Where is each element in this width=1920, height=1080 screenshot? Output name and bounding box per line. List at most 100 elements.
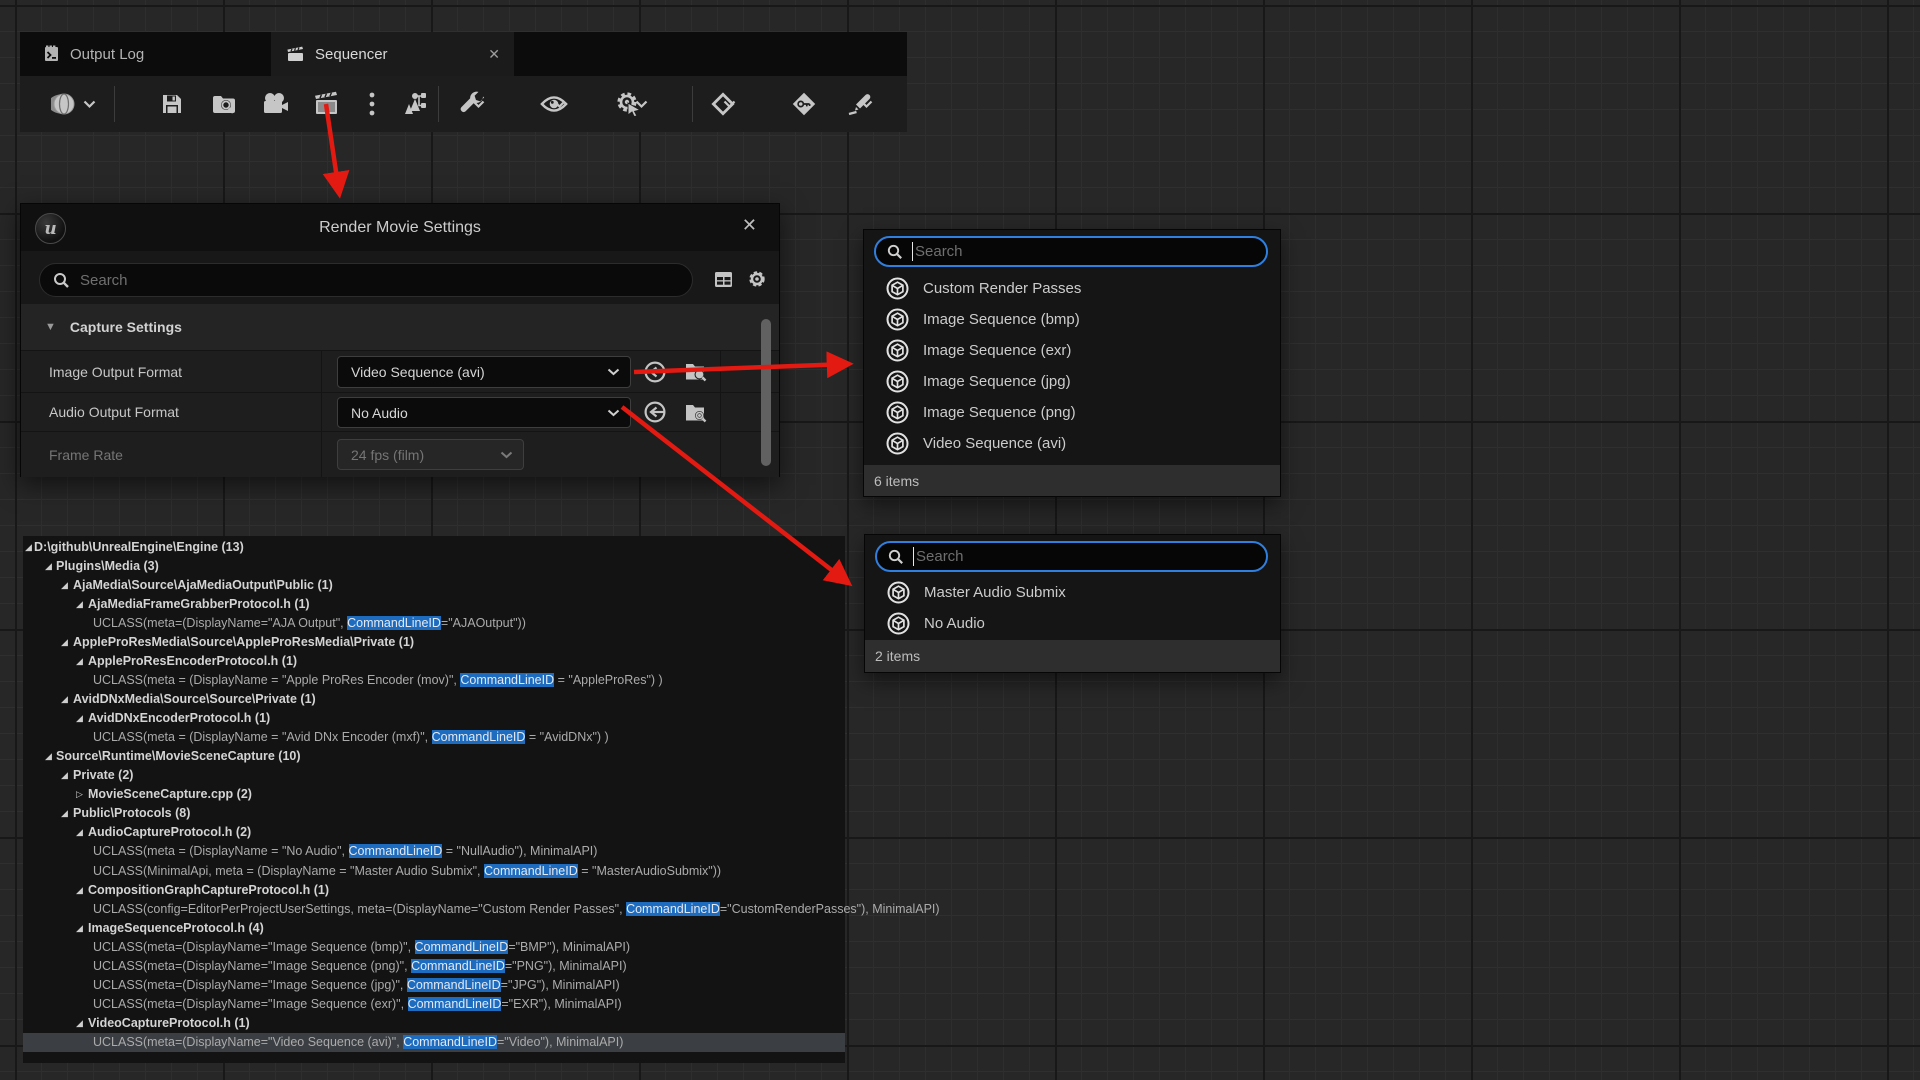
tree-code-row[interactable]: UCLASS(meta=(DisplayName="Image Sequence… [23, 976, 845, 995]
class-icon [887, 581, 910, 604]
tree-code-row[interactable]: UCLASS(meta=(DisplayName="Image Sequence… [23, 995, 845, 1014]
tree-code-row[interactable]: UCLASS(meta = (DisplayName = "Avid DNx E… [23, 728, 845, 747]
expanded-arrow-icon[interactable]: ◢ [76, 599, 83, 610]
tree-node-row[interactable]: ◢Public\Protocols (8) [23, 804, 845, 823]
popup-option[interactable]: Custom Render Passes [864, 273, 1280, 304]
browse-to-asset-icon[interactable] [683, 359, 709, 385]
camera-icon[interactable] [261, 90, 289, 118]
chevron-down-icon[interactable] [634, 98, 648, 110]
column-view-icon[interactable] [711, 267, 735, 291]
toolbar-separator [692, 86, 693, 122]
save-icon[interactable] [158, 90, 186, 118]
tree-node-row[interactable]: ◢Source\Runtime\MovieSceneCapture (10) [23, 747, 845, 766]
search-icon [887, 244, 903, 260]
text-caret [912, 242, 913, 261]
tree-node-row[interactable]: ◢AudioCaptureProtocol.h (2) [23, 823, 845, 842]
popup-option[interactable]: No Audio [865, 608, 1280, 639]
chevron-down-icon[interactable] [722, 98, 736, 110]
use-selected-asset-icon[interactable] [642, 359, 668, 385]
audio-output-format-dropdown[interactable]: No Audio [337, 397, 631, 428]
output-log-icon [44, 45, 61, 63]
expanded-arrow-icon[interactable]: ◢ [76, 923, 83, 934]
collapsed-arrow-icon[interactable]: ▷ [76, 789, 83, 800]
dialog-scrollbar[interactable] [761, 319, 771, 466]
tree-node-row[interactable]: ◢AppleProResEncoderProtocol.h (1) [23, 652, 845, 671]
match-count: (1) [317, 578, 332, 592]
section-expand-icon[interactable]: ▼ [45, 321, 56, 333]
hierarchy-icon[interactable] [400, 90, 428, 118]
dialog-title-bar[interactable]: u Render Movie Settings ✕ [21, 204, 779, 251]
tab-output-log[interactable]: Output Log [30, 32, 158, 76]
tree-code-row[interactable]: UCLASS(meta=(DisplayName="Video Sequence… [23, 1033, 845, 1052]
tree-node-row[interactable]: ◢AvidDNxEncoderProtocol.h (1) [23, 709, 845, 728]
popup-footer: 2 items [865, 640, 1280, 672]
chevron-down-icon[interactable] [471, 98, 485, 110]
expanded-arrow-icon[interactable]: ◢ [76, 656, 83, 667]
use-selected-asset-icon[interactable] [642, 399, 668, 425]
expanded-arrow-icon[interactable]: ◢ [76, 713, 83, 724]
expanded-arrow-icon[interactable]: ◢ [61, 637, 68, 648]
globe-icon[interactable] [50, 90, 78, 118]
tree-node-row[interactable]: ▷ MovieSceneCapture.cpp (2) [23, 785, 845, 804]
uclass-declaration: UCLASS(meta = (DisplayName = "Avid DNx E… [93, 730, 609, 744]
tree-node-row[interactable]: ◢ImageSequenceProtocol.h (4) [23, 919, 845, 938]
clapperboard-icon[interactable] [313, 90, 341, 118]
find-in-browser-icon[interactable] [210, 90, 238, 118]
settings-search-input[interactable]: Search [39, 263, 693, 297]
tree-code-row[interactable]: UCLASS(config=EditorPerProjectUserSettin… [23, 900, 845, 919]
tree-code-row[interactable]: UCLASS(meta=(DisplayName="AJA Output", C… [23, 614, 845, 633]
tree-node-row[interactable]: ◢D:\github\UnrealEngine\Engine (13) [23, 538, 845, 557]
tree-node-label: MovieSceneCapture.cpp (2) [88, 787, 252, 801]
browse-to-asset-icon[interactable] [683, 400, 709, 426]
expanded-arrow-icon[interactable]: ◢ [61, 580, 68, 591]
expanded-arrow-icon[interactable]: ◢ [61, 808, 68, 819]
tree-node-row[interactable]: ◢AjaMediaFrameGrabberProtocol.h (1) [23, 595, 845, 614]
expanded-arrow-icon[interactable]: ◢ [76, 1018, 83, 1029]
tree-code-row[interactable]: UCLASS(MinimalApi, meta = (DisplayName =… [23, 862, 845, 881]
popup-search-input[interactable]: Search [875, 541, 1268, 572]
expanded-arrow-icon[interactable]: ◢ [61, 694, 68, 705]
tree-node-row[interactable]: ◢AvidDNxMedia\Source\Source\Private (1) [23, 690, 845, 709]
popup-option[interactable]: Master Audio Submix [865, 577, 1280, 608]
popup-option-label: No Audio [924, 615, 985, 632]
tree-node-row[interactable]: ◢VideoCaptureProtocol.h (1) [23, 1014, 845, 1033]
popup-search-input[interactable]: Search [874, 236, 1268, 267]
settings-gear-icon[interactable] [745, 267, 769, 291]
tree-code-row[interactable]: UCLASS(meta=(DisplayName="Image Sequence… [23, 957, 845, 976]
expanded-arrow-icon[interactable]: ◢ [76, 827, 83, 838]
chevron-down-icon[interactable] [552, 98, 566, 110]
tree-code-row[interactable]: UCLASS(meta=(DisplayName="Image Sequence… [23, 938, 845, 957]
uclass-declaration: UCLASS(MinimalApi, meta = (DisplayName =… [93, 864, 721, 878]
popup-option[interactable]: Video Sequence (avi) [864, 428, 1280, 459]
ellipsis-icon[interactable] [358, 90, 386, 118]
key-diamond-icon[interactable] [790, 90, 818, 118]
dialog-close-icon[interactable]: ✕ [742, 216, 757, 234]
tree-code-row[interactable]: UCLASS(meta = (DisplayName = "Apple ProR… [23, 671, 845, 690]
expanded-arrow-icon[interactable]: ◢ [25, 542, 32, 553]
popup-option[interactable]: Image Sequence (png) [864, 397, 1280, 428]
image-output-format-dropdown[interactable]: Video Sequence (avi) [337, 356, 631, 388]
expanded-arrow-icon[interactable]: ◢ [76, 885, 83, 896]
frame-rate-row: Frame Rate 24 fps (film) [21, 432, 779, 477]
popup-option[interactable]: Image Sequence (bmp) [864, 304, 1280, 335]
tree-node-row[interactable]: ◢AppleProResMedia\Source\AppleProResMedi… [23, 633, 845, 652]
chevron-down-icon[interactable] [859, 98, 873, 110]
search-placeholder: Search [80, 272, 128, 289]
tree-node-label: Private (2) [73, 768, 133, 782]
chevron-down-icon[interactable] [82, 98, 96, 110]
audio-output-format-label: Audio Output Format [49, 404, 179, 420]
capture-settings-header[interactable]: ▼ Capture Settings [21, 304, 779, 351]
tab-sequencer[interactable]: Sequencer ✕ [271, 32, 514, 76]
expanded-arrow-icon[interactable]: ◢ [45, 561, 52, 572]
tab-close-icon[interactable]: ✕ [488, 47, 500, 61]
tree-node-row[interactable]: ◢AjaMedia\Source\AjaMediaOutput\Public (… [23, 576, 845, 595]
tree-node-row[interactable]: ◢ Private (2) [23, 766, 845, 785]
frame-rate-dropdown: 24 fps (film) [337, 439, 524, 470]
expanded-arrow-icon[interactable]: ◢ [45, 751, 52, 762]
tree-node-row[interactable]: ◢CompositionGraphCaptureProtocol.h (1) [23, 881, 845, 900]
popup-option[interactable]: Image Sequence (jpg) [864, 366, 1280, 397]
tree-node-row[interactable]: ◢Plugins\Media (3) [23, 557, 845, 576]
popup-option[interactable]: Image Sequence (exr) [864, 335, 1280, 366]
tree-code-row[interactable]: UCLASS(meta = (DisplayName = "No Audio",… [23, 842, 845, 861]
expanded-arrow-icon[interactable]: ◢ [61, 770, 68, 781]
